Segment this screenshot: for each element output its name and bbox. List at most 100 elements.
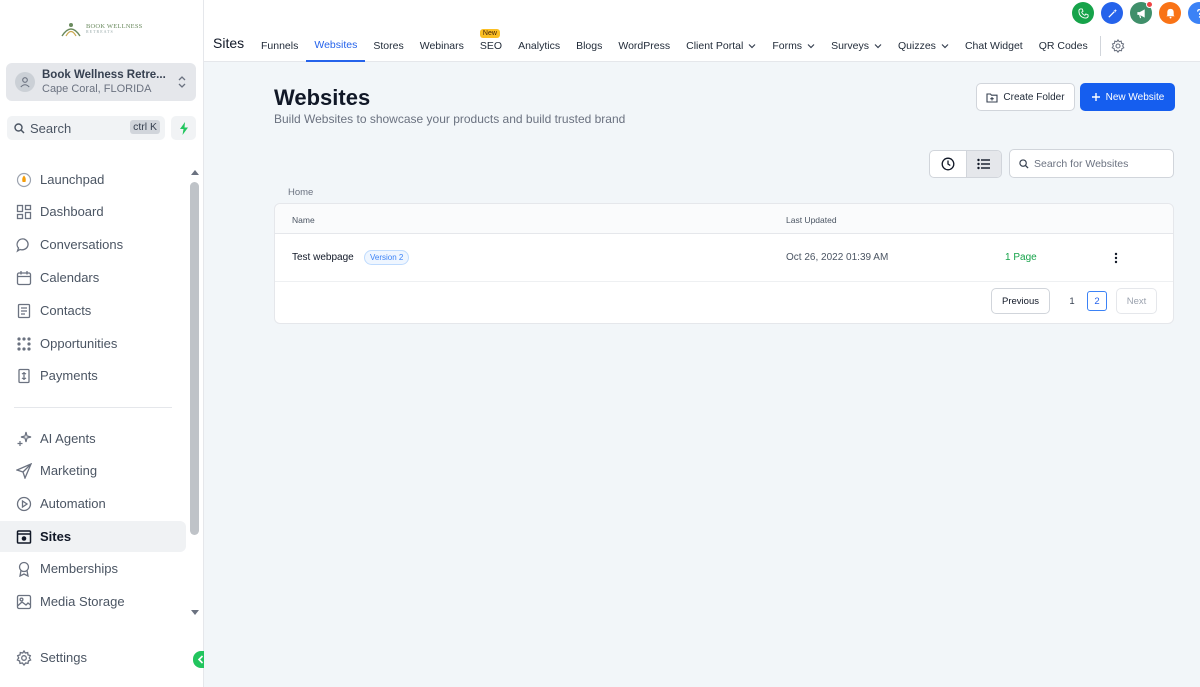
view-toggle: [929, 150, 1002, 178]
scroll-down-arrow-icon[interactable]: [190, 609, 200, 617]
table-row[interactable]: Test webpage Version 2 Oct 26, 2022 01:3…: [275, 235, 1173, 282]
opportunities-icon: [15, 335, 33, 353]
sidebar-search[interactable]: Search ctrl K: [7, 116, 165, 140]
badge-icon: [15, 560, 33, 578]
sidebar-item-conversations[interactable]: Conversations: [0, 229, 186, 260]
sidebar-item-label: AI Agents: [40, 431, 96, 446]
magic-wand-icon: [1107, 8, 1117, 18]
sidebar-item-ai-agents[interactable]: AI Agents: [0, 423, 186, 454]
sidebar-item-label: Dashboard: [40, 204, 104, 219]
help-icon: [1196, 8, 1200, 18]
lightning-icon: [179, 121, 188, 135]
notifications-button[interactable]: [1159, 2, 1181, 24]
chevron-down-icon: [748, 44, 756, 49]
account-switcher[interactable]: Book Wellness Retre... Cape Coral, FLORI…: [6, 63, 196, 101]
sidebar-search-label: Search: [30, 120, 72, 136]
gear-icon: [1111, 39, 1125, 53]
previous-page-button[interactable]: Previous: [991, 288, 1050, 314]
sidebar-item-sites[interactable]: Sites: [0, 521, 186, 552]
user-icon: [15, 72, 35, 92]
page-count-link[interactable]: 1 Page: [1005, 252, 1037, 263]
new-website-button[interactable]: New Website: [1080, 83, 1175, 111]
tab-funnels[interactable]: Funnels: [253, 30, 306, 62]
bell-icon: [1165, 8, 1175, 19]
last-updated-value: Oct 26, 2022 01:39 AM: [786, 252, 889, 263]
websites-table: Name Last Updated Test webpage Version 2…: [274, 203, 1174, 324]
page-1-button[interactable]: 1: [1062, 291, 1082, 311]
scroll-up-arrow-icon[interactable]: [190, 168, 200, 176]
chevron-up-down-icon: [178, 76, 186, 88]
image-icon: [15, 593, 33, 611]
top-header: Sites Funnels Websites Stores Webinars N…: [204, 0, 1200, 62]
phone-icon: [1077, 7, 1089, 19]
sidebar-item-label: Opportunities: [40, 336, 118, 351]
tab-chat-widget[interactable]: Chat Widget: [957, 30, 1031, 62]
sidebar-item-label: Payments: [40, 368, 98, 383]
column-header-name[interactable]: Name: [292, 215, 315, 225]
sidebar-item-label: Calendars: [40, 270, 100, 285]
company-logo[interactable]: BOOK WELLNESS RETREATS: [60, 16, 144, 42]
chevron-down-icon: [874, 44, 882, 49]
sidebar-item-settings[interactable]: Settings: [0, 642, 186, 673]
sidebar-item-launchpad[interactable]: Launchpad: [0, 164, 186, 195]
create-folder-button[interactable]: Create Folder: [976, 83, 1075, 111]
column-header-last-updated[interactable]: Last Updated: [786, 215, 837, 225]
megaphone-icon: [1136, 8, 1145, 18]
version-badge: Version 2: [364, 250, 410, 265]
clock-icon: [941, 157, 955, 171]
row-actions-menu[interactable]: [1111, 251, 1121, 265]
tab-qr-codes[interactable]: QR Codes: [1031, 30, 1096, 62]
tab-webinars[interactable]: Webinars: [412, 30, 472, 62]
sidebar-item-payments[interactable]: Payments: [0, 360, 186, 391]
tabs-divider: [1099, 36, 1101, 56]
tab-analytics[interactable]: Analytics: [510, 30, 568, 62]
website-search-input[interactable]: [1034, 157, 1164, 170]
send-icon: [15, 462, 33, 480]
next-page-button[interactable]: Next: [1116, 288, 1157, 314]
tab-quizzes[interactable]: Quizzes: [890, 30, 957, 62]
folder-plus-icon: [986, 92, 998, 103]
sidebar-item-automation[interactable]: Automation: [0, 488, 186, 519]
tab-websites[interactable]: Websites: [306, 30, 366, 62]
tab-seo[interactable]: New SEO: [472, 29, 510, 62]
sparkle-icon: [15, 430, 33, 448]
recent-view-button[interactable]: [930, 151, 966, 177]
website-search: [1009, 149, 1174, 178]
page-title: Websites: [274, 85, 371, 110]
sidebar-item-contacts[interactable]: Contacts: [0, 295, 186, 326]
sidebar-item-opportunities[interactable]: Opportunities: [0, 328, 186, 359]
chevron-down-icon: [807, 44, 815, 49]
tab-forms[interactable]: Forms: [764, 30, 823, 62]
quick-actions-button[interactable]: [171, 116, 196, 140]
tab-wordpress[interactable]: WordPress: [610, 30, 678, 62]
sites-settings-button[interactable]: [1107, 30, 1125, 62]
sites-icon: [15, 528, 33, 546]
sidebar-item-calendars[interactable]: Calendars: [0, 262, 186, 293]
tab-surveys[interactable]: Surveys: [823, 30, 890, 62]
logo-icon: [61, 23, 81, 37]
website-name[interactable]: Test webpage: [292, 252, 354, 263]
announcements-button[interactable]: [1130, 1, 1153, 24]
sidebar-item-label: Conversations: [40, 237, 124, 252]
phone-button[interactable]: [1072, 2, 1094, 24]
sidebar-item-media-storage[interactable]: Media Storage: [0, 586, 186, 617]
tab-stores[interactable]: Stores: [365, 30, 411, 62]
sidebar-item-dashboard[interactable]: Dashboard: [0, 196, 186, 227]
page-2-button[interactable]: 2: [1087, 291, 1107, 311]
help-button[interactable]: [1188, 2, 1200, 24]
page-subtitle: Build Websites to showcase your products…: [274, 112, 626, 126]
sidebar-item-marketing[interactable]: Marketing: [0, 455, 186, 486]
magic-wand-button[interactable]: [1101, 2, 1123, 24]
sidebar-item-memberships[interactable]: Memberships: [0, 553, 186, 584]
top-action-icons: [1072, 1, 1200, 24]
list-view-button[interactable]: [965, 151, 1001, 177]
section-title: Sites: [213, 35, 245, 51]
sidebar-item-label: Launchpad: [40, 172, 105, 187]
sidebar-scrollbar[interactable]: [190, 182, 199, 535]
tab-blogs[interactable]: Blogs: [568, 30, 610, 62]
sidebar-item-label: Settings: [40, 650, 87, 665]
breadcrumb[interactable]: Home: [288, 187, 313, 198]
new-badge: New: [479, 29, 500, 38]
sidebar-item-label: Automation: [40, 496, 106, 511]
tab-client-portal[interactable]: Client Portal: [678, 30, 764, 62]
